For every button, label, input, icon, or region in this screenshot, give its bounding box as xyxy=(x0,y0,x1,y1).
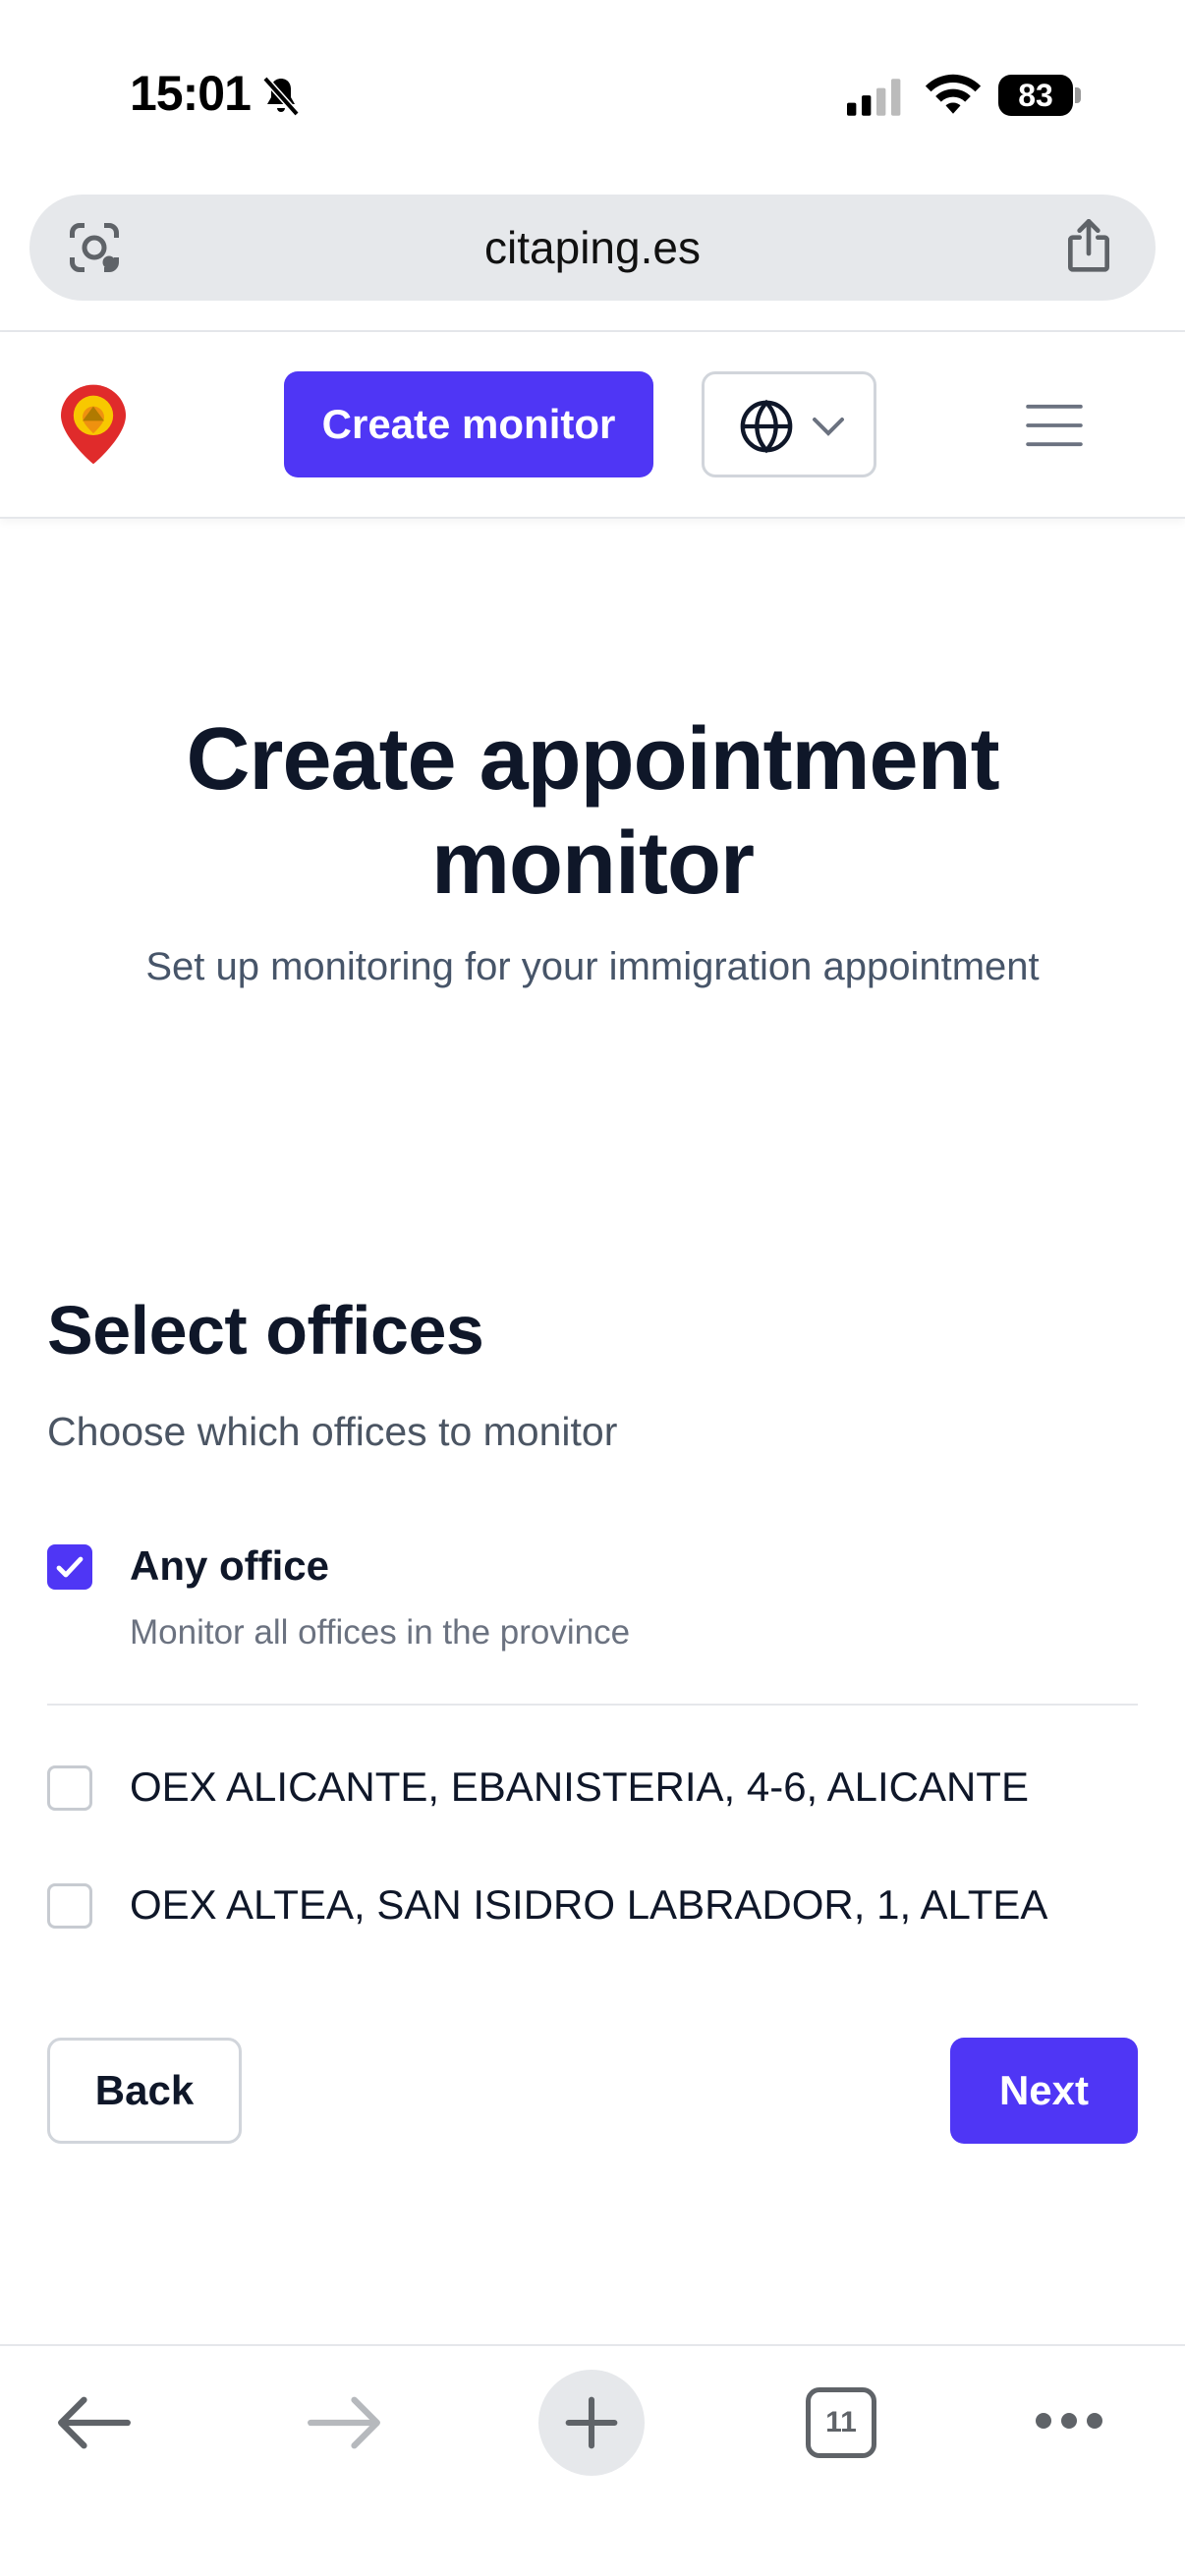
create-monitor-button[interactable]: Create monitor xyxy=(284,371,653,477)
wifi-icon xyxy=(925,74,982,114)
url-text[interactable]: citaping.es xyxy=(29,195,1156,301)
battery-icon: 83 xyxy=(998,75,1081,116)
page-title: Create appointment monitor xyxy=(186,710,999,913)
page-subtitle: Set up monitoring for your immigration a… xyxy=(145,945,1040,988)
tabs-icon[interactable]: 11 xyxy=(806,2387,876,2458)
signal-icon xyxy=(847,79,901,116)
divider xyxy=(47,1704,1138,1706)
address-bar[interactable]: citaping.es xyxy=(29,195,1156,301)
option-label: OEX ALTEA, SAN ISIDRO LABRADOR, 1, ALTEA xyxy=(130,1881,1048,1928)
chevron-down-icon xyxy=(813,418,844,436)
checkbox-oex-alicante[interactable] xyxy=(47,1765,92,1811)
checkbox-any-office[interactable] xyxy=(47,1544,92,1590)
section-title: Select offices xyxy=(47,1292,484,1369)
status-time: 15:01 xyxy=(130,66,252,121)
logo-pin-icon[interactable] xyxy=(57,381,130,468)
site-header: Create monitor xyxy=(0,332,1185,519)
more-icon[interactable] xyxy=(1034,2409,1104,2433)
menu-icon[interactable] xyxy=(1026,403,1083,448)
share-icon[interactable] xyxy=(1061,216,1116,277)
back-button[interactable]: Back xyxy=(47,2038,242,2144)
option-any-office[interactable]: Any office Monitor all offices in the pr… xyxy=(47,1542,1138,1662)
plus-icon xyxy=(565,2396,618,2449)
checkbox-oex-altea[interactable] xyxy=(47,1883,92,1929)
language-selector[interactable] xyxy=(702,371,876,477)
battery-level: 83 xyxy=(998,75,1073,116)
check-icon xyxy=(56,1556,84,1578)
back-arrow-icon[interactable] xyxy=(57,2395,132,2450)
new-tab-button[interactable] xyxy=(538,2370,645,2476)
status-bar: 15:01 83 xyxy=(0,0,1185,187)
option-oex-altea[interactable]: OEX ALTEA, SAN ISIDRO LABRADOR, 1, ALTEA xyxy=(47,1881,1138,1932)
option-label: Any office xyxy=(130,1542,330,1589)
next-button[interactable]: Next xyxy=(950,2038,1138,2144)
forward-arrow-icon[interactable] xyxy=(307,2395,381,2450)
option-oex-alicante[interactable]: OEX ALICANTE, EBANISTERIA, 4-6, ALICANTE xyxy=(47,1764,1138,1815)
bell-slash-icon xyxy=(262,76,300,117)
globe-icon xyxy=(740,399,793,454)
browser-toolbar: 11 xyxy=(0,2344,1185,2576)
section-subtitle: Choose which offices to monitor xyxy=(47,1409,618,1454)
option-label: OEX ALICANTE, EBANISTERIA, 4-6, ALICANTE xyxy=(130,1764,1029,1810)
option-description: Monitor all offices in the province xyxy=(130,1613,631,1652)
